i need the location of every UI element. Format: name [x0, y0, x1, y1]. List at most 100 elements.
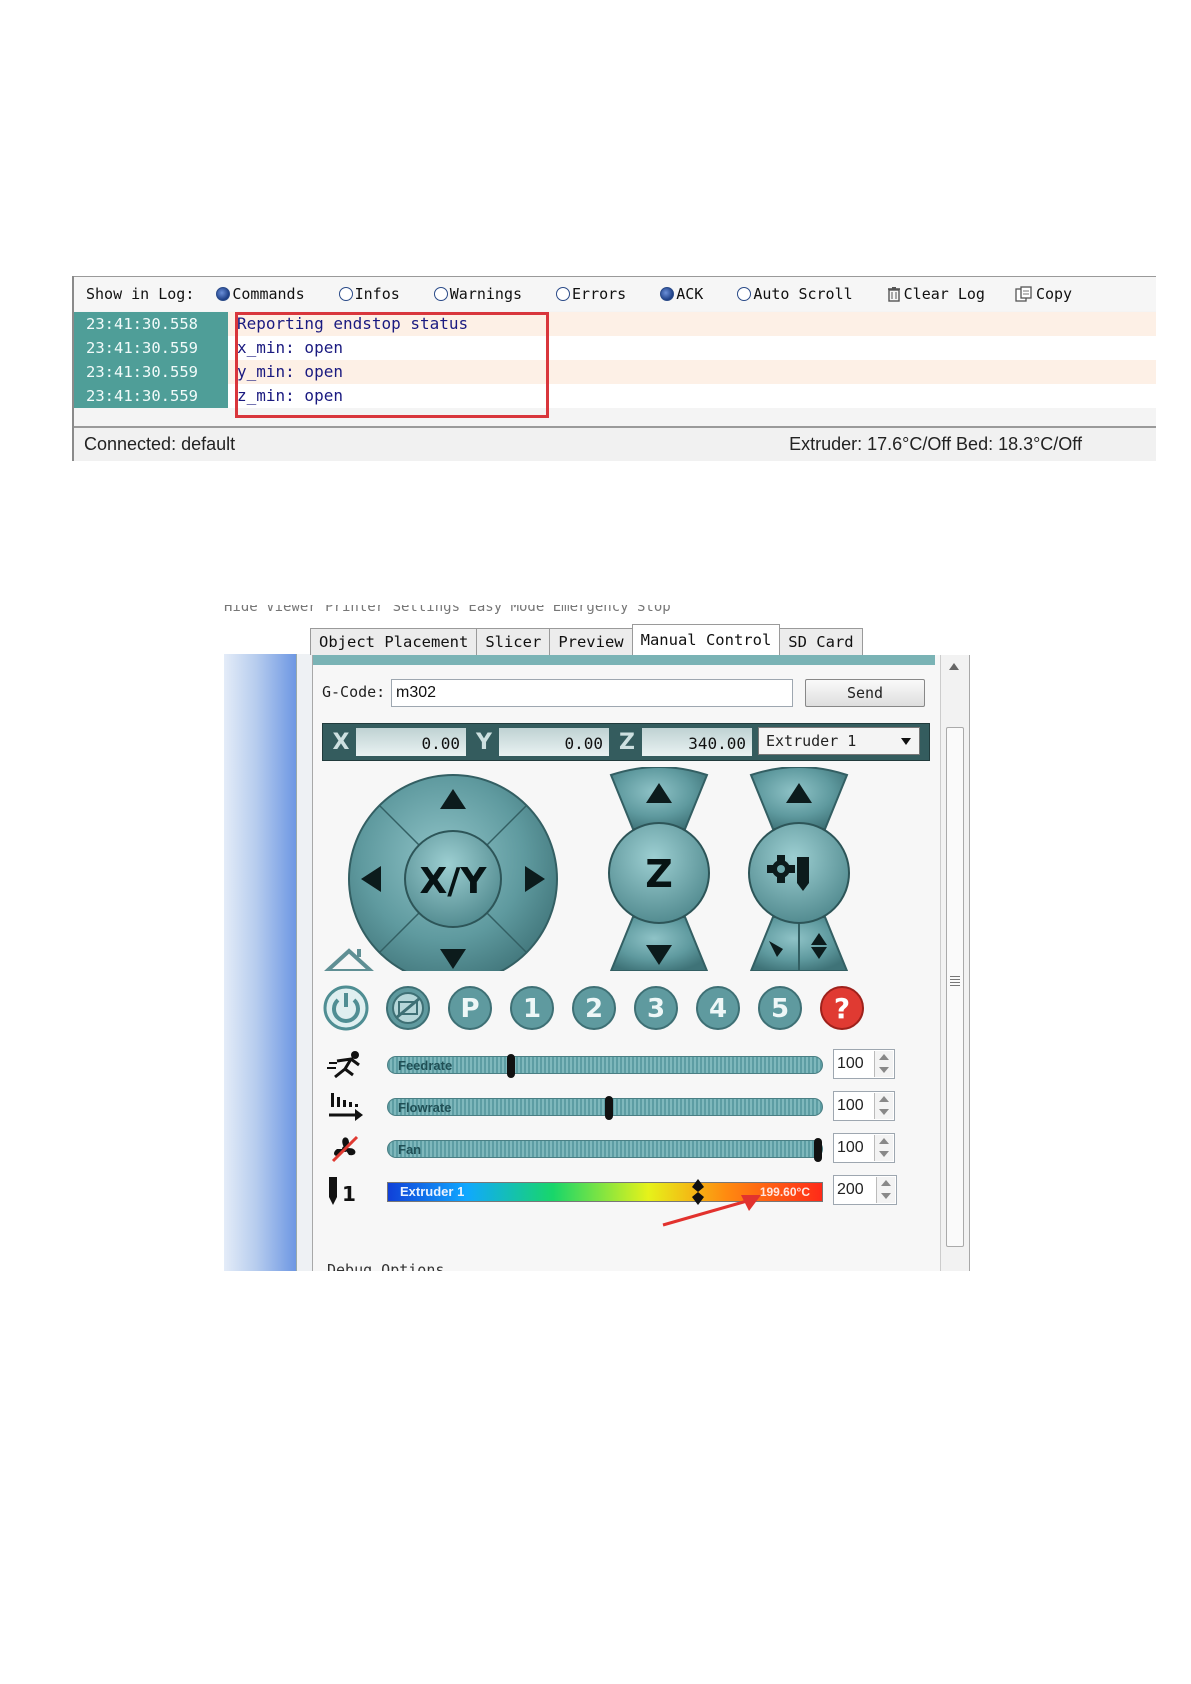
top-toolbar-clipped: Hide Viewer Printer Settings Easy Mode E… [224, 605, 671, 615]
jog-controls: X/Y Z [324, 767, 850, 971]
svg-text:1: 1 [523, 994, 541, 1024]
feedrate-spinbox[interactable]: 100 [833, 1049, 895, 1079]
log-timestamp: 23:41:30.559 [74, 384, 228, 408]
tab-slicer[interactable]: Slicer [476, 628, 551, 655]
gcode-input[interactable] [391, 679, 793, 707]
preset-4-button[interactable]: 4 [695, 985, 741, 1031]
xy-jog-dial[interactable]: X/Y [348, 774, 558, 971]
z-jog-control[interactable]: Z [608, 767, 710, 971]
extruder-jog-control[interactable] [748, 767, 850, 971]
chevron-down-icon [901, 738, 911, 745]
log-timestamp: 23:41:30.559 [74, 360, 228, 384]
svg-text:P: P [460, 994, 479, 1024]
fan-slider-thumb[interactable] [814, 1138, 822, 1162]
flowrate-spinbox[interactable]: 100 [833, 1091, 895, 1121]
log-toolbar: Show in Log: Commands Infos Warnings Err… [74, 276, 1156, 311]
log-option-errors[interactable]: Errors [556, 285, 626, 303]
radio-icon[interactable] [338, 287, 353, 301]
tab-bar: Object Placement Slicer Preview Manual C… [310, 624, 863, 655]
flowrate-slider-thumb[interactable] [605, 1096, 613, 1120]
extruder-select[interactable]: Extruder 1 [758, 727, 920, 755]
radio-icon[interactable] [737, 287, 752, 301]
flowrate-row: Flowrate 100 [313, 1091, 935, 1125]
vertical-scrollbar[interactable] [940, 655, 969, 1271]
log-option-warnings[interactable]: Warnings [433, 285, 522, 303]
radio-icon[interactable] [216, 287, 231, 301]
xy-label: X/Y [420, 861, 488, 902]
radio-icon[interactable] [433, 287, 448, 301]
help-icon[interactable]: ? [819, 985, 865, 1031]
log-panel: Show in Log: Commands Infos Warnings Err… [72, 276, 1156, 461]
svg-text:2: 2 [585, 994, 603, 1024]
connection-status: Connected: default [84, 434, 236, 454]
copy-button[interactable]: Copy [1015, 285, 1072, 303]
spin-arrows-icon[interactable] [876, 1177, 895, 1203]
log-option-commands[interactable]: Commands [216, 285, 305, 303]
scroll-thumb[interactable] [946, 727, 964, 1247]
home-icon[interactable] [324, 948, 374, 971]
preset-3-button[interactable]: 3 [633, 985, 679, 1031]
manual-control-body: G-Code: Send X 0.00 Y 0.00 Z 340.00 Extr… [312, 655, 970, 1271]
spin-arrows-icon[interactable] [874, 1051, 893, 1077]
svg-text:4: 4 [709, 994, 727, 1024]
temperature-status: Extruder: 17.6°C/Off Bed: 18.3°C/Off [789, 434, 1082, 454]
clear-log-button[interactable]: Clear Log [887, 285, 985, 303]
tab-manual-control[interactable]: Manual Control [631, 624, 781, 655]
svg-text:?: ? [834, 992, 850, 1025]
left-gradient-panel [224, 654, 296, 1271]
feedrate-slider[interactable]: Feedrate [387, 1054, 823, 1078]
gcode-label: G-Code: [322, 683, 386, 701]
tab-sd-card[interactable]: SD Card [779, 628, 863, 655]
svg-text:1: 1 [342, 1182, 356, 1206]
axis-label: Y [476, 729, 492, 755]
fan-row: Fan 100 [313, 1133, 935, 1167]
fan-spinbox[interactable]: 100 [833, 1133, 895, 1163]
spin-arrows-icon[interactable] [874, 1135, 893, 1161]
coord-x-value: 0.00 [356, 728, 466, 756]
log-option-auto-scroll[interactable]: Auto Scroll [737, 285, 853, 303]
highlight-box [235, 312, 549, 418]
coord-y-value: 0.00 [499, 728, 609, 756]
motors-off-icon[interactable] [385, 985, 431, 1031]
preset-5-button[interactable]: 5 [757, 985, 803, 1031]
preset-2-button[interactable]: 2 [571, 985, 617, 1031]
svg-text:5: 5 [771, 994, 789, 1024]
extruder-icon: 1 [329, 1177, 356, 1206]
parking-button[interactable]: P [447, 985, 493, 1031]
flowrate-slider[interactable]: Flowrate [387, 1096, 823, 1120]
annotation-arrow-icon [662, 1195, 761, 1227]
radio-icon[interactable] [556, 287, 571, 301]
scroll-up-icon[interactable] [949, 663, 959, 670]
extruder-temp-row: 1 Extruder 1 199.60°C 200 [313, 1175, 935, 1227]
tab-preview[interactable]: Preview [549, 628, 633, 655]
log-option-ack[interactable]: ACK [660, 285, 703, 303]
coord-z-value: 340.00 [642, 728, 752, 756]
axis-label: Z [619, 729, 635, 755]
coordinate-bar: X 0.00 Y 0.00 Z 340.00 Extruder 1 [322, 723, 930, 761]
manual-control-window: Hide Viewer Printer Settings Easy Mode E… [224, 605, 972, 1271]
fan-icon [331, 1135, 359, 1163]
fan-slider[interactable]: Fan [387, 1138, 823, 1162]
status-bar: Connected: default Extruder: 17.6°C/Off … [74, 426, 1156, 461]
spin-arrows-icon[interactable] [874, 1093, 893, 1119]
feedrate-row: Feedrate 100 [313, 1049, 935, 1083]
feedrate-slider-thumb[interactable] [507, 1054, 515, 1078]
coord-x: X 0.00 [326, 727, 466, 757]
send-button[interactable]: Send [805, 679, 925, 707]
z-label: Z [645, 852, 673, 896]
debug-options-label-clipped: Debug Options [327, 1261, 445, 1272]
log-option-infos[interactable]: Infos [338, 285, 400, 303]
coord-z: Z 340.00 [612, 727, 752, 757]
preset-1-button[interactable]: 1 [509, 985, 555, 1031]
accent-bar [313, 655, 935, 665]
power-icon[interactable] [323, 985, 369, 1031]
extruder-target-spinbox[interactable]: 200 [833, 1175, 897, 1205]
coord-y: Y 0.00 [469, 727, 609, 757]
log-timestamp: 23:41:30.558 [74, 312, 228, 336]
tab-object-placement[interactable]: Object Placement [310, 628, 478, 655]
trash-icon [887, 287, 900, 302]
flowrate-icon [329, 1093, 363, 1121]
radio-icon[interactable] [660, 287, 675, 301]
log-timestamp: 23:41:30.559 [74, 336, 228, 360]
svg-text:3: 3 [647, 994, 665, 1024]
